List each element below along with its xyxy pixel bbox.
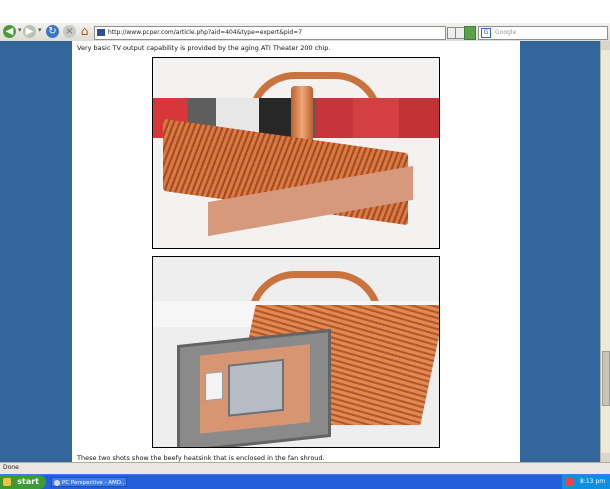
windows-logo-icon bbox=[3, 478, 11, 486]
taskbar-item-browser[interactable]: PC Perspective - AMD... bbox=[51, 477, 127, 487]
mounting-frame bbox=[177, 328, 331, 447]
browser-task-icon bbox=[54, 480, 60, 486]
status-text: Done bbox=[3, 464, 19, 471]
windows-taskbar: start PC Perspective - AMD... 8:13 pm bbox=[0, 474, 610, 489]
copper-contact-plate bbox=[200, 344, 310, 434]
start-label: start bbox=[17, 477, 39, 486]
reload-icon[interactable]: ↻ bbox=[46, 25, 59, 38]
navigation-toolbar: ◀ ▾ ▶ ▾ ↻ × ⌂ http://www.pcper.com/artic… bbox=[0, 23, 610, 42]
taskbar-item-label: PC Perspective - AMD... bbox=[62, 480, 127, 486]
thermal-pad bbox=[228, 358, 284, 417]
search-placeholder: Google bbox=[495, 29, 517, 36]
vertical-scrollbar[interactable] bbox=[600, 41, 610, 462]
system-tray: 8:13 pm bbox=[562, 475, 610, 489]
search-engine-icon[interactable]: G bbox=[481, 28, 491, 38]
address-text: http://www.pcper.com/article.php?aid=404… bbox=[108, 29, 303, 36]
scroll-up-icon[interactable] bbox=[601, 41, 610, 50]
heatsink-photo-top bbox=[152, 57, 440, 249]
window-top-area bbox=[0, 0, 610, 23]
home-icon[interactable]: ⌂ bbox=[78, 25, 91, 38]
site-favicon-icon bbox=[97, 29, 105, 36]
scroll-down-icon[interactable] bbox=[601, 453, 610, 462]
back-icon[interactable]: ◀ bbox=[3, 25, 16, 38]
forward-icon[interactable]: ▶ bbox=[23, 25, 36, 38]
address-bar[interactable]: http://www.pcper.com/article.php?aid=404… bbox=[94, 26, 446, 40]
go-button[interactable] bbox=[464, 26, 476, 40]
heatsink-label bbox=[205, 371, 223, 402]
right-sidebar bbox=[520, 41, 600, 462]
tray-icon[interactable] bbox=[566, 478, 574, 486]
back-dropdown-icon[interactable]: ▾ bbox=[18, 26, 22, 34]
caption-top: Very basic TV output capability is provi… bbox=[77, 44, 331, 52]
heatsink-photo-bottom bbox=[152, 256, 440, 448]
forward-dropdown-icon[interactable]: ▾ bbox=[38, 26, 42, 34]
caption-bottom: These two shots show the beefy heatsink … bbox=[77, 454, 325, 462]
search-bar[interactable]: G Google bbox=[478, 26, 608, 40]
clock: 8:13 pm bbox=[580, 478, 606, 485]
stop-icon[interactable]: × bbox=[63, 25, 76, 38]
article-content: Very basic TV output capability is provi… bbox=[72, 41, 520, 462]
scroll-thumb[interactable] bbox=[602, 351, 610, 406]
start-button[interactable]: start bbox=[0, 475, 46, 489]
left-sidebar bbox=[0, 41, 72, 462]
